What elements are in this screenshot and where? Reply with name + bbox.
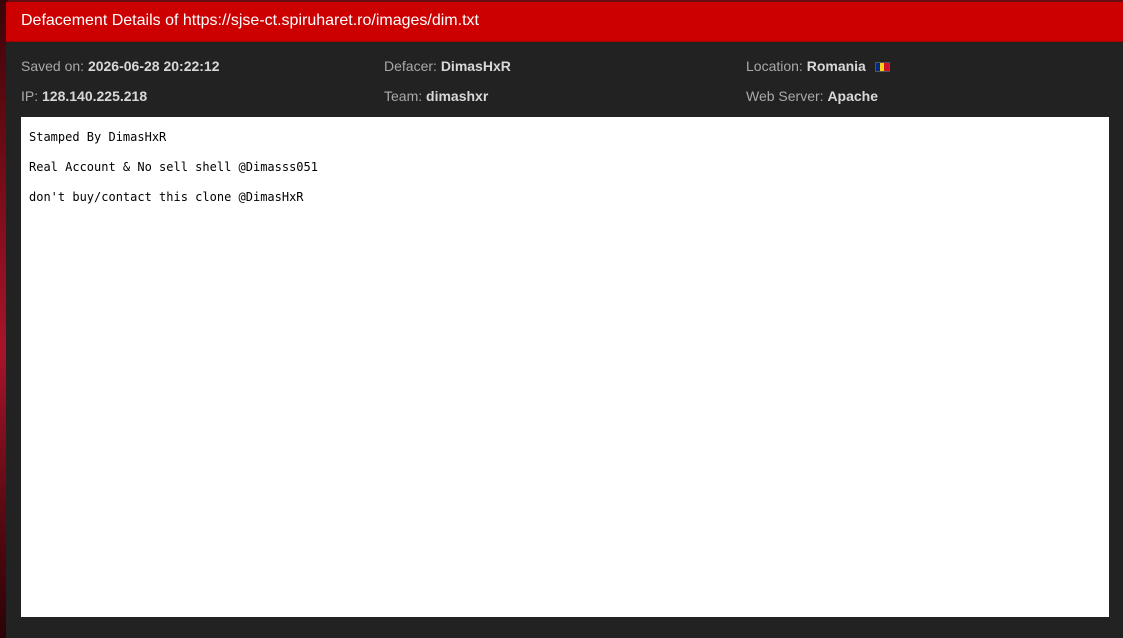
- defacer: Defacer: DimasHxR: [384, 57, 511, 75]
- meta-info: Saved on: 2026-06-28 20:22:12 IP: 128.14…: [6, 42, 1123, 117]
- ip-value: 128.140.225.218: [42, 88, 148, 104]
- ip-label: IP:: [21, 88, 39, 104]
- content-line: Real Account & No sell shell @Dimasss051: [29, 160, 318, 174]
- saved-on-value: 2026-06-28 20:22:12: [87, 58, 220, 74]
- location-value: Romania: [806, 58, 866, 74]
- defacer-value: DimasHxR: [440, 58, 511, 74]
- defacement-details-panel: Defacement Details of https://sjse-ct.sp…: [6, 2, 1123, 638]
- flag-stripe-red: [884, 63, 889, 71]
- romania-flag-icon: [874, 62, 890, 72]
- panel-title: Defacement Details of https://sjse-ct.sp…: [6, 2, 1123, 42]
- mirror-content: Stamped By DimasHxR Real Account & No se…: [21, 117, 1109, 617]
- saved-on-label: Saved on:: [21, 58, 85, 74]
- web-server: Web Server: Apache: [746, 87, 878, 105]
- web-server-label: Web Server:: [746, 88, 824, 104]
- team-value: dimashxr: [426, 88, 489, 104]
- ip-address: IP: 128.140.225.218: [21, 87, 147, 105]
- team-label: Team:: [384, 88, 423, 104]
- saved-on: Saved on: 2026-06-28 20:22:12: [21, 57, 220, 75]
- web-server-value: Apache: [827, 88, 879, 104]
- location: Location: Romania: [746, 57, 890, 75]
- defacer-label: Defacer:: [384, 58, 437, 74]
- location-label: Location:: [746, 58, 803, 74]
- content-line: don't buy/contact this clone @DimasHxR: [29, 190, 304, 204]
- content-line: Stamped By DimasHxR: [29, 130, 167, 144]
- team: Team: dimashxr: [384, 87, 488, 105]
